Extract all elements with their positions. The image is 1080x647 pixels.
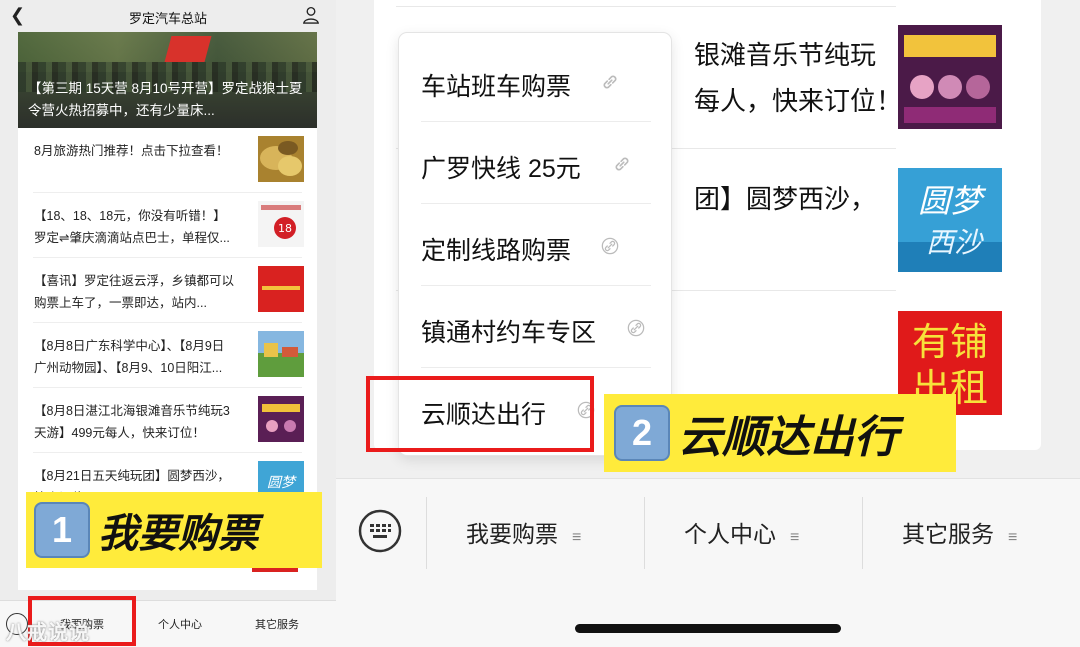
submenu-item-village-carpool[interactable]: 镇通村约车专区	[421, 285, 651, 368]
step-2-label: 2 云顺达出行	[604, 394, 956, 472]
hero-caption: 【第三期 15天营 8月10号开营】罗定战狼士夏令营火热招募中，还有少量床...	[28, 81, 303, 118]
menu-buy-ticket[interactable]: 我要购票 ≡	[466, 515, 581, 549]
watermark-text: 八戒说说	[6, 622, 90, 644]
step-1-label: 1 我要购票	[26, 492, 322, 568]
menu-divider	[862, 497, 863, 569]
thumb-badge: 圆梦	[267, 475, 297, 491]
durian-thumbnail	[258, 136, 304, 182]
step-number-badge: 1	[34, 502, 90, 558]
list-item-title: 【8月8日湛江北海银滩音乐节纯玩3天游】499元每人，快来订位！	[34, 404, 230, 440]
list-item[interactable]: 【8月8日湛江北海银滩音乐节纯玩3天游】499元每人，快来订位！	[33, 388, 304, 453]
home-indicator	[575, 624, 841, 633]
menu-label: 其它服务	[902, 521, 994, 547]
list-item[interactable]: 【8月8日广东科学中心】、【8月9日广州动物园】、【8月9、10日阳江...	[33, 323, 304, 388]
link-icon	[615, 157, 629, 171]
user-icon[interactable]	[302, 6, 320, 24]
left-phone-screen: ❮ 罗定汽车总站 【第三期 15天营 8月10号开营】罗定战狼士夏令营火热招募中…	[0, 0, 336, 647]
list-item-title: 【喜讯】罗定往返云浮，乡镇都可以购票上车了，一票即达，站内...	[34, 274, 235, 310]
bottom-menu-bar: 我要购票 ≡ 个人中心 ≡ 其它服务 ≡	[336, 478, 1080, 647]
top-navigation-bar: ❮ 罗定汽车总站	[0, 0, 336, 32]
hero-article[interactable]: 【第三期 15天营 8月10号开营】罗定战狼士夏令营火热招募中，还有少量床...	[18, 32, 317, 128]
menu-divider	[644, 497, 645, 569]
hero-image-flag	[164, 36, 212, 62]
divider	[396, 6, 896, 7]
background-article-text: 银滩音乐节纯玩	[694, 40, 877, 70]
hamburger-icon: ≡	[790, 529, 800, 546]
step-number-badge: 2	[614, 405, 670, 461]
xisha-subtitle: 西沙	[926, 226, 984, 259]
background-article-text: 每人，快来订位！	[694, 86, 903, 116]
list-item[interactable]: 【18、18、18元，你没有听错！】罗定⇌肇庆滴滴站点巴士，单程仅... 18	[33, 193, 304, 258]
menu-label: 我要购票	[466, 521, 558, 547]
submenu-item-custom-route[interactable]: 定制线路购票	[421, 203, 651, 286]
tour-thumbnail	[258, 331, 304, 377]
right-phone-screen: 银滩音乐节纯玩 每人，快来订位！ 团】圆梦西沙， 圆梦 西沙 有铺 出租 车站班…	[336, 0, 1080, 647]
list-item-title: 【18、18、18元，你没有听错！】罗定⇌肇庆滴滴站点巴士，单程仅...	[34, 209, 230, 245]
link-icon	[603, 75, 617, 89]
thumb-badge: 18	[278, 222, 292, 235]
price-thumbnail: 18	[258, 201, 304, 247]
xisha-title: 圆梦	[918, 182, 987, 220]
submenu-item-express-line[interactable]: 广罗快线 25元	[421, 121, 651, 204]
music-festival-image	[898, 25, 1002, 129]
menu-other-services[interactable]: 其它服务	[255, 616, 299, 632]
news-thumbnail	[258, 266, 304, 312]
menu-divider	[426, 497, 427, 569]
link-icon	[601, 237, 619, 255]
submenu-item-label: 广罗快线 25元	[421, 155, 581, 183]
menu-personal-center[interactable]: 个人中心 ≡	[684, 515, 799, 549]
page-title: 罗定汽车总站	[128, 11, 207, 26]
list-item[interactable]: 8月旅游热门推荐！点击下拉查看！	[33, 128, 304, 193]
menu-personal-center[interactable]: 个人中心	[158, 616, 202, 632]
xisha-image: 圆梦 西沙	[898, 168, 1002, 272]
menu-other-services[interactable]: 其它服务 ≡	[902, 515, 1017, 549]
submenu-item-label: 车站班车购票	[421, 73, 572, 101]
step-label-text: 云顺达出行	[678, 413, 898, 462]
music-festival-thumbnail	[258, 396, 304, 442]
list-item-title: 【8月8日广东科学中心】、【8月9日广州动物园】、【8月9、10日阳江...	[34, 339, 225, 375]
hamburger-icon: ≡	[1008, 529, 1018, 546]
background-article-text: 团】圆梦西沙，	[694, 184, 877, 214]
link-icon	[627, 319, 645, 337]
submenu-item-label: 定制线路购票	[421, 237, 572, 265]
keyboard-icon[interactable]	[358, 509, 402, 553]
step-label-text: 我要购票	[98, 512, 258, 556]
submenu-item-label: 镇通村约车专区	[421, 319, 597, 347]
highlight-box-yunshunda	[366, 376, 594, 452]
hamburger-icon: ≡	[572, 529, 582, 546]
menu-label: 个人中心	[684, 521, 776, 547]
article-list: 8月旅游热门推荐！点击下拉查看！ 【18、18、18元，你没有听错！】罗定⇌肇庆…	[18, 128, 317, 518]
list-item-title: 8月旅游热门推荐！点击下拉查看！	[34, 144, 229, 158]
list-item[interactable]: 【喜讯】罗定往返云浮，乡镇都可以购票上车了，一票即达，站内...	[33, 258, 304, 323]
submenu-item-station-bus[interactable]: 车站班车购票	[421, 39, 651, 122]
rent-text-top: 有铺	[912, 320, 988, 364]
